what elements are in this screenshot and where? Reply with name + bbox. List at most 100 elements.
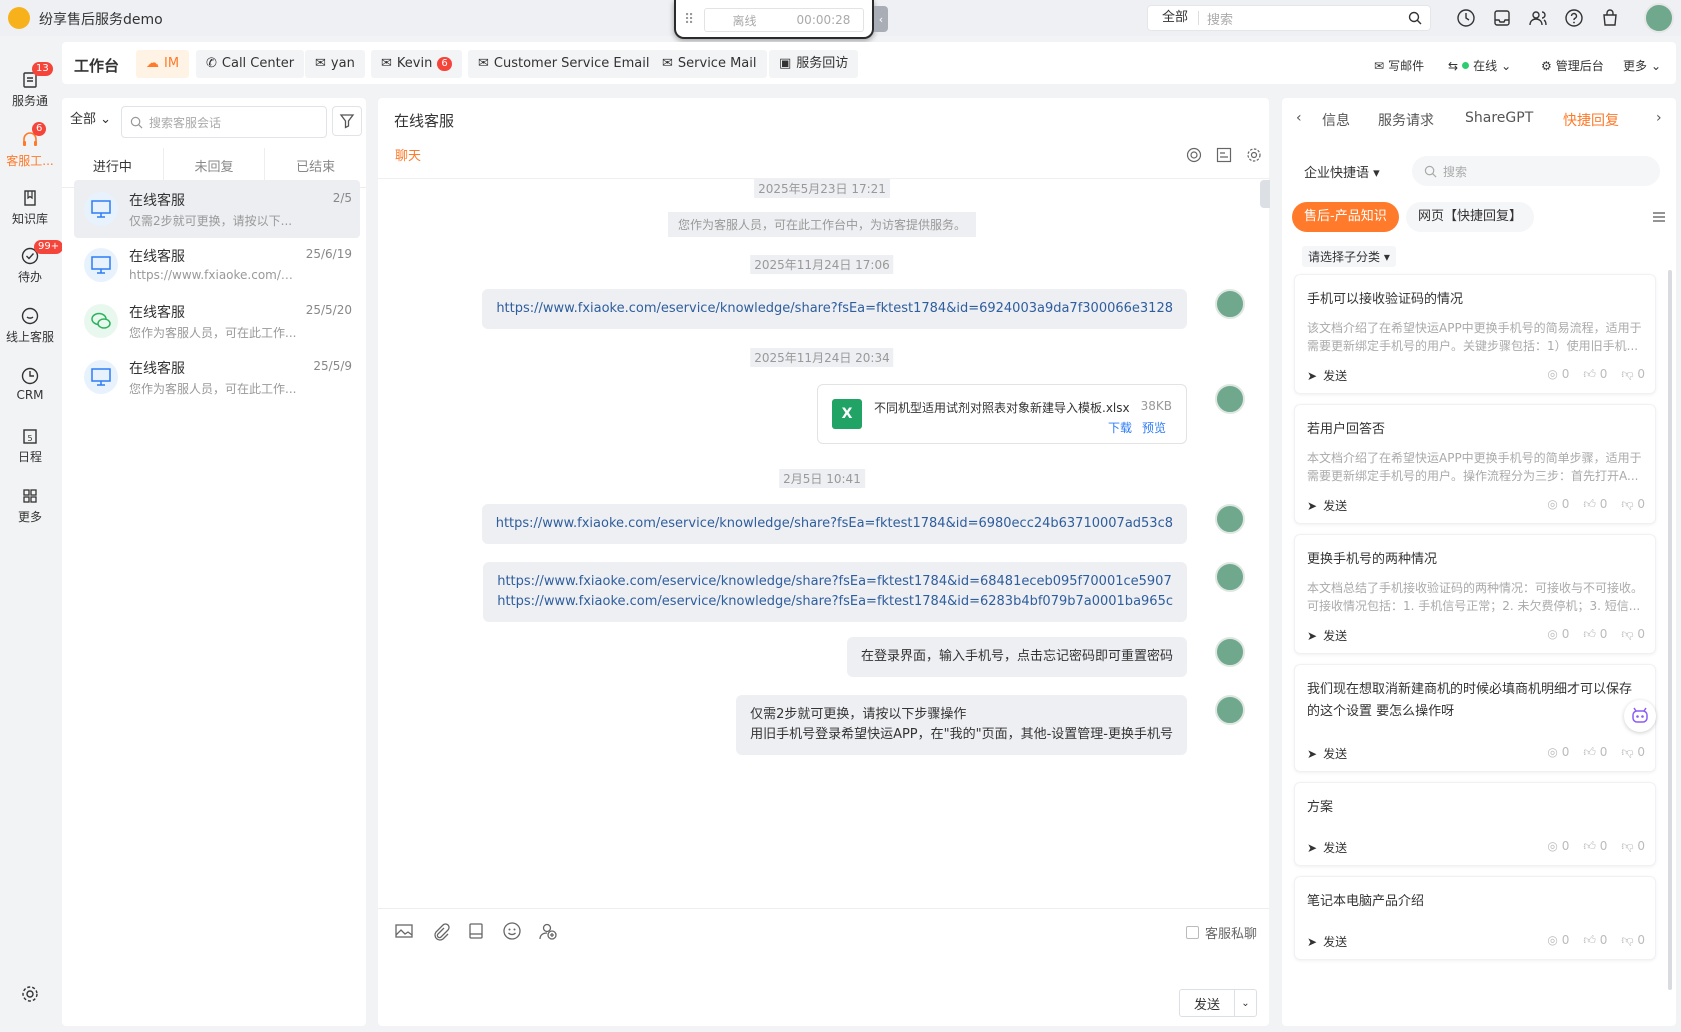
search-icon[interactable]	[1408, 11, 1422, 25]
card-send-button[interactable]: ➤ 发送	[1307, 497, 1347, 514]
translate-icon[interactable]	[1216, 147, 1232, 163]
download-link[interactable]: 下载	[1108, 419, 1132, 436]
screenshot-icon[interactable]	[466, 921, 486, 941]
target-icon[interactable]	[1186, 147, 1202, 163]
tab-im[interactable]: ☁ IM	[136, 50, 190, 78]
call-status-box[interactable]: 离线 00:00:28	[704, 8, 864, 32]
tab-sharegpt[interactable]: ShareGPT	[1465, 110, 1533, 126]
status-dropdown[interactable]: ⇆ 在线 ⌄	[1448, 57, 1511, 74]
next-tab-icon[interactable]: ›	[1656, 110, 1662, 126]
tab-yan[interactable]: ✉ yan	[305, 50, 365, 78]
dislike-icon[interactable]: 👎︎ 0	[1621, 497, 1645, 512]
conversation-search[interactable]: 搜索客服会话	[121, 106, 327, 138]
category-chip-active[interactable]: 售后-产品知识	[1292, 202, 1399, 232]
chevron-down-icon[interactable]: ⌄	[1234, 990, 1256, 1016]
like-icon[interactable]: 👍︎ 0	[1583, 367, 1607, 382]
attachment-icon[interactable]	[430, 921, 450, 941]
dislike-icon[interactable]: 👎︎ 0	[1621, 839, 1645, 854]
settings-icon[interactable]	[1246, 147, 1262, 163]
add-user-icon[interactable]	[538, 921, 558, 941]
shop-icon[interactable]	[1600, 8, 1620, 28]
like-icon[interactable]: 👍︎ 0	[1583, 745, 1607, 760]
ai-bot-button[interactable]	[1624, 700, 1656, 732]
message-bubble[interactable]: https://www.fxiaoke.com/eservice/knowled…	[481, 504, 1187, 544]
message-link[interactable]: https://www.fxiaoke.com/eservice/knowled…	[497, 572, 1173, 592]
right-scrollbar[interactable]	[1668, 270, 1672, 990]
conversation-item[interactable]: 在线客服 25/5/20 您作为客服人员，可在此工作...	[74, 292, 360, 350]
like-icon[interactable]: 👍︎ 0	[1583, 497, 1607, 512]
message-bubble[interactable]: https://www.fxiaoke.com/eservice/knowled…	[482, 289, 1187, 329]
message-link[interactable]: https://www.fxiaoke.com/eservice/knowled…	[497, 592, 1173, 612]
panel-toggle[interactable]	[1260, 180, 1270, 208]
user-avatar[interactable]	[1644, 3, 1674, 33]
menu-icon[interactable]	[1652, 210, 1666, 224]
like-icon[interactable]: 👍︎ 0	[1583, 627, 1607, 642]
quick-reply-card[interactable]: 更换手机号的两种情况 本文档总结了手机接收验证码的两种情况：可接收与不可接收。可…	[1294, 534, 1656, 654]
quick-reply-card[interactable]: 若用户回答否 本文档介绍了在希望快运APP中更换手机号的简单步骤，适用于需要更新…	[1294, 404, 1656, 524]
help-icon[interactable]	[1564, 8, 1584, 28]
list-filter-dropdown[interactable]: 全部 ⌄	[70, 108, 111, 127]
quick-reply-card[interactable]: 笔记本电脑产品介绍 ➤ 发送 ◎ 0 👍︎ 0 👎︎ 0	[1294, 876, 1656, 960]
collapse-icon[interactable]: ‹	[874, 6, 888, 32]
card-send-button[interactable]: ➤ 发送	[1307, 627, 1347, 644]
drag-handle-icon[interactable]: ⠿	[684, 12, 694, 28]
admin-button[interactable]: ⚙ 管理后台	[1541, 57, 1604, 74]
settings-button[interactable]	[0, 984, 60, 1006]
dislike-icon[interactable]: 👎︎ 0	[1621, 627, 1645, 642]
private-chat-toggle[interactable]: 客服私聊	[1185, 923, 1257, 942]
tab-service-followup[interactable]: ▣ 服务回访	[769, 50, 859, 78]
nav-customer-service[interactable]: 客服工... 6	[0, 122, 60, 176]
quick-reply-card[interactable]: 我们现在想取消新建商机的时候必填商机明细才可以保存的这个设置 要怎么操作呀 ➤ 发…	[1294, 664, 1656, 772]
dislike-icon[interactable]: 👎︎ 0	[1621, 745, 1645, 760]
emoji-icon[interactable]	[502, 921, 522, 941]
image-icon[interactable]	[394, 921, 414, 941]
kb-select-dropdown[interactable]: 企业快捷语 ▾	[1304, 162, 1380, 181]
nav-crm[interactable]: CRM	[0, 366, 60, 402]
tab-quick-reply[interactable]: 快捷回复	[1563, 110, 1619, 130]
history-icon[interactable]	[1456, 8, 1476, 28]
nav-calendar[interactable]: 5 日程	[0, 426, 60, 465]
tab-customer-service-email[interactable]: ✉ Customer Service Email	[468, 50, 660, 78]
preview-link[interactable]: 预览	[1142, 419, 1166, 436]
users-icon[interactable]	[1528, 8, 1548, 28]
subcategory-label: 请选择子分类	[1308, 250, 1381, 264]
conversation-item[interactable]: 在线客服 25/6/19 https://www.fxiaoke.com/ese…	[74, 236, 360, 294]
compose-mail-button[interactable]: ✉ 写邮件	[1374, 57, 1424, 74]
tab-service-request[interactable]: 服务请求	[1378, 110, 1434, 130]
more-dropdown[interactable]: 更多 ⌄	[1623, 57, 1661, 74]
tab-kevin[interactable]: ✉ Kevin 6	[371, 50, 462, 78]
call-status[interactable]: 离线	[705, 12, 784, 29]
card-send-button[interactable]: ➤ 发送	[1307, 745, 1347, 762]
quick-reply-card[interactable]: 方案 ➤ 发送 ◎ 0 👍︎ 0 👎︎ 0	[1294, 782, 1656, 866]
tab-info[interactable]: 信息	[1322, 110, 1350, 130]
nav-todo[interactable]: 待办 99+	[0, 240, 64, 285]
search-input[interactable]: 搜索	[1199, 9, 1408, 28]
tab-call-center[interactable]: ✆ Call Center	[196, 50, 305, 78]
nav-online-service[interactable]: 线上客服	[0, 306, 60, 345]
global-search[interactable]: 全部 搜索	[1147, 5, 1431, 31]
like-icon[interactable]: 👍︎ 0	[1583, 839, 1607, 854]
conversation-item[interactable]: 在线客服 2/5 仅需2步就可更换，请按以下...	[74, 180, 360, 238]
nav-more[interactable]: 更多	[0, 486, 60, 525]
inbox-icon[interactable]	[1492, 8, 1512, 28]
subcategory-dropdown[interactable]: 请选择子分类 ▾	[1302, 246, 1396, 267]
card-send-button[interactable]: ➤ 发送	[1307, 933, 1347, 950]
search-scope[interactable]: 全部	[1148, 11, 1200, 25]
card-send-button[interactable]: ➤ 发送	[1307, 839, 1347, 856]
conversation-item[interactable]: 在线客服 25/5/9 您作为客服人员，可在此工作...	[74, 348, 360, 406]
quick-reply-card[interactable]: 手机可以接收验证码的情况 该文档介绍了在希望快运APP中更换手机号的简易流程，适…	[1294, 274, 1656, 394]
category-chip[interactable]: 网页【快捷回复】	[1406, 202, 1535, 232]
dislike-icon[interactable]: 👎︎ 0	[1621, 933, 1645, 948]
private-checkbox[interactable]	[1185, 926, 1199, 939]
filter-button[interactable]	[332, 106, 362, 136]
dislike-icon[interactable]: 👎︎ 0	[1621, 367, 1645, 382]
prev-tab-icon[interactable]: ‹	[1296, 110, 1302, 126]
chat-tab[interactable]: 聊天	[395, 145, 421, 164]
card-send-button[interactable]: ➤ 发送	[1307, 367, 1347, 384]
like-icon[interactable]: 👍︎ 0	[1583, 933, 1607, 948]
quick-reply-search[interactable]: 搜索	[1412, 156, 1660, 186]
nav-knowledge[interactable]: 知识库	[0, 188, 60, 227]
nav-service[interactable]: 服务通 13	[0, 62, 60, 109]
send-button[interactable]: 发送 ⌄	[1179, 989, 1257, 1017]
tab-service-mail[interactable]: ✉ Service Mail	[652, 50, 767, 78]
